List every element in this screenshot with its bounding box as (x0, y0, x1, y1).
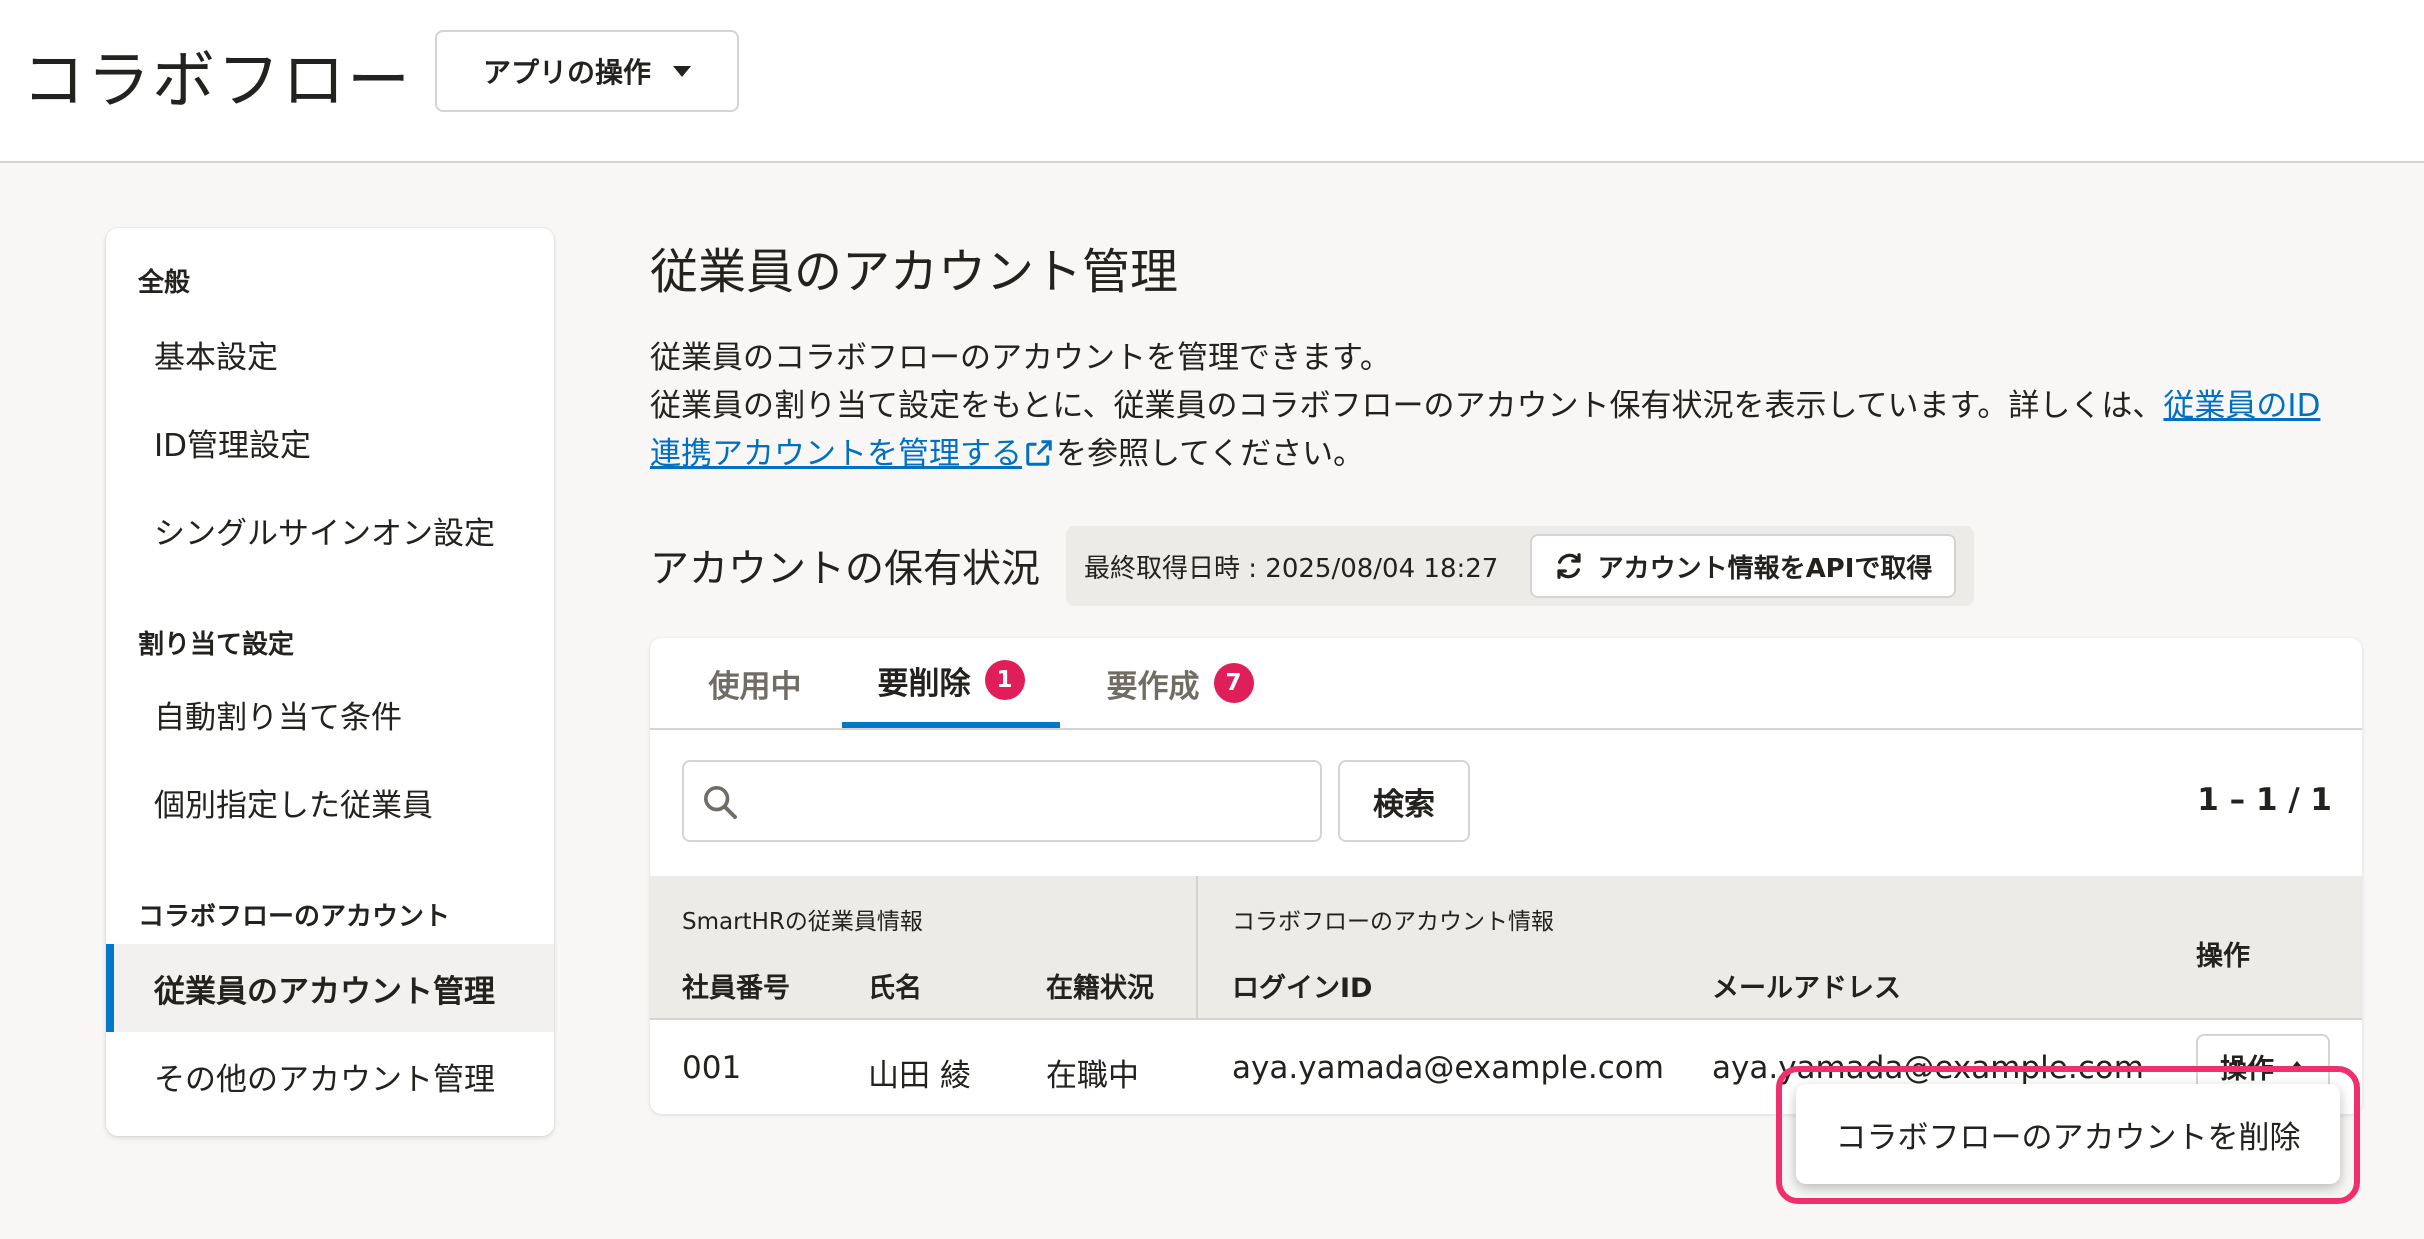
tab-in-use[interactable]: 使用中 (690, 638, 820, 728)
app-actions-label: アプリの操作 (482, 56, 651, 89)
app-actions-button[interactable]: アプリの操作 (435, 30, 739, 112)
cell-employment-status: 在職中 (1046, 1058, 1139, 1094)
tab-label: 要削除 (877, 665, 971, 702)
tab-needs-creation[interactable]: 要作成 7 (1080, 638, 1280, 728)
sidebar-group-general: 全般 (138, 268, 191, 298)
refresh-icon (1556, 553, 1581, 579)
page-title: 従業員のアカウント管理 (650, 244, 1179, 300)
last-fetched-time: 最終取得日時 : 2025/08/04 18:27 (1084, 554, 1499, 584)
sidebar-item-sso-settings[interactable]: シングルサインオン設定 (106, 486, 554, 574)
count-badge: 1 (984, 660, 1025, 700)
cell-name: 山田 綾 (868, 1058, 971, 1094)
fetch-button-label: アカウント情報をAPIで取得 (1597, 553, 1933, 584)
description-line-1: 従業員のコラボフローのアカウントを管理できます。 (650, 340, 1391, 376)
sidebar-group-collabo-accounts: コラボフローのアカウント (138, 902, 451, 932)
group-label-smarthr: SmartHRの従業員情報 (682, 909, 923, 935)
sidebar-group-assignment: 割り当て設定 (138, 630, 295, 660)
column-header-login-id: ログインID (1232, 973, 1373, 1004)
top-bar: コラボフロー アプリの操作 (0, 0, 2424, 163)
column-header-operations: 操作 (2196, 941, 2250, 972)
column-header-email: メールアドレス (1712, 973, 1901, 1004)
section-title: アカウントの保有状況 (650, 547, 1041, 592)
tab-needs-deletion[interactable]: 要削除 1 (842, 638, 1060, 728)
fetch-via-api-button[interactable]: アカウント情報をAPIで取得 (1530, 534, 1956, 598)
external-link-icon (1026, 440, 1052, 466)
sidebar-item-other-accounts[interactable]: その他のアカウント管理 (106, 1032, 554, 1120)
cell-login-id: aya.yamada@example.com (1232, 1050, 1664, 1086)
accounts-card: 使用中 要削除 1 要作成 7 検索 1 – 1 / 1 SmartHRの従業員… (650, 638, 2362, 1114)
sidebar-item-individual-employees[interactable]: 個別指定した従業員 (106, 758, 554, 846)
sidebar-item-employee-accounts[interactable]: 従業員のアカウント管理 (106, 944, 554, 1032)
group-label-collabo: コラボフローのアカウント情報 (1232, 909, 1554, 935)
count-badge: 7 (1213, 663, 1254, 703)
page-description: 従業員のコラボフローのアカウントを管理できます。 従業員の割り当て設定をもとに、… (650, 334, 2350, 478)
tab-label: 使用中 (708, 668, 802, 705)
cell-employee-number: 001 (682, 1050, 742, 1086)
column-header-employment-status: 在籍状況 (1046, 973, 1154, 1004)
column-header-name: 氏名 (868, 973, 922, 1004)
sidebar-item-id-settings[interactable]: ID管理設定 (106, 398, 554, 486)
fetch-status-box: 最終取得日時 : 2025/08/04 18:27 アカウント情報をAPIで取得 (1066, 526, 1974, 606)
tab-bar: 使用中 要削除 1 要作成 7 (650, 638, 2362, 730)
sidebar-item-auto-assign[interactable]: 自動割り当て条件 (106, 670, 554, 758)
sidebar-item-basic-settings[interactable]: 基本設定 (106, 310, 554, 398)
description-suffix: を参照してください。 (1056, 436, 1365, 472)
column-divider (1196, 876, 1198, 1018)
caret-down-icon (673, 65, 691, 77)
search-icon (704, 786, 737, 819)
tab-label: 要作成 (1106, 668, 1200, 705)
description-line-2: 従業員の割り当て設定をもとに、従業員のコラボフローのアカウント保有状況を表示して… (650, 382, 2350, 478)
table-header: SmartHRの従業員情報 コラボフローのアカウント情報 社員番号 氏名 在籍状… (650, 876, 2362, 1020)
sidebar: 全般 基本設定 ID管理設定 シングルサインオン設定 割り当て設定 自動割り当て… (106, 228, 554, 1136)
app-title: コラボフロー (22, 44, 412, 117)
search-input[interactable] (682, 760, 1322, 842)
column-header-employee-number: 社員番号 (682, 973, 790, 1004)
pagination-count: 1 – 1 / 1 (2197, 782, 2332, 818)
search-button[interactable]: 検索 (1338, 760, 1470, 842)
description-prefix: 従業員の割り当て設定をもとに、従業員のコラボフローのアカウント保有状況を表示して… (650, 388, 2164, 424)
delete-account-menu-item[interactable]: コラボフローのアカウントを削除 (1796, 1084, 2340, 1184)
